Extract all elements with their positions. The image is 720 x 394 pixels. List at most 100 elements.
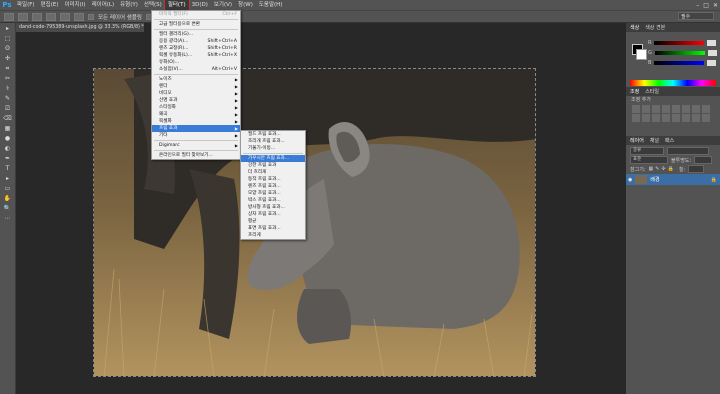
- blur-menu-item[interactable]: 동작 흐림 효과...: [241, 176, 305, 183]
- adjustment-0-icon[interactable]: [632, 105, 640, 113]
- menu-help[interactable]: 도움말(H): [256, 0, 286, 10]
- layer-kind-select[interactable]: 종류: [630, 147, 664, 155]
- minimize-icon[interactable]: –: [696, 2, 699, 9]
- tool-16-icon[interactable]: ▭: [2, 184, 13, 193]
- adjustment-2-icon[interactable]: [652, 105, 660, 113]
- filter-menu-item[interactable]: 선명 효과 ▶: [152, 97, 240, 104]
- blur-menu-item[interactable]: 기울기-이동...: [241, 145, 305, 152]
- blur-menu-item[interactable]: 모양 흐림 효과...: [241, 190, 305, 197]
- filter-menu-item[interactable]: 비디오 ▶: [152, 90, 240, 97]
- filter-menu-item[interactable]: 소실점(V)... Alt+Ctrl+V: [152, 66, 240, 73]
- menu-edit[interactable]: 편집(E): [38, 0, 62, 10]
- tool-9-icon[interactable]: ⌫: [2, 114, 13, 123]
- blur-menu-item[interactable]: 가우시안 흐림 효과...: [241, 155, 305, 162]
- tab-paths[interactable]: 패스: [665, 137, 674, 144]
- blur-menu-item[interactable]: 평균: [241, 218, 305, 225]
- adjustment-4-icon[interactable]: [672, 105, 680, 113]
- tool-10-icon[interactable]: ▦: [2, 124, 13, 133]
- blue-value-field[interactable]: [707, 60, 717, 66]
- menu-layer[interactable]: 레이어(L): [89, 0, 118, 10]
- brush-icon[interactable]: [18, 12, 28, 21]
- filter-menu-item[interactable]: 기타 ▶: [152, 132, 240, 139]
- green-slider[interactable]: [654, 51, 705, 55]
- tool-7-icon[interactable]: ✎: [2, 94, 13, 103]
- menu-filter[interactable]: 필터(T): [163, 0, 190, 11]
- red-value-field[interactable]: [707, 40, 717, 46]
- tool-11-icon[interactable]: ●: [2, 134, 13, 143]
- adjustment-6-icon[interactable]: [692, 105, 700, 113]
- opacity-field[interactable]: [694, 156, 713, 164]
- menu-window[interactable]: 창(W): [235, 0, 256, 10]
- blur-menu-item[interactable]: 흐리게: [241, 232, 305, 239]
- filter-menu-item[interactable]: 노이즈 ▶: [152, 76, 240, 83]
- filter-menu-item[interactable]: 유화(O)...: [152, 59, 240, 66]
- tab-adjustments[interactable]: 조정: [630, 88, 639, 95]
- tool-8-icon[interactable]: ⎚: [2, 104, 13, 113]
- blur-menu-item[interactable]: 방사형 흐림 효과...: [241, 204, 305, 211]
- tool-19-icon[interactable]: ⋯: [2, 214, 13, 223]
- menu-view[interactable]: 보기(V): [211, 0, 235, 10]
- tab-layers[interactable]: 레이어: [630, 137, 644, 144]
- tool-17-icon[interactable]: ✋: [2, 194, 13, 203]
- menu-file[interactable]: 파일(F): [14, 0, 38, 10]
- tool-18-icon[interactable]: 🔍: [2, 204, 13, 213]
- filter-menu-item[interactable]: Digimarc ▶: [152, 142, 240, 149]
- filter-menu-item[interactable]: 렌즈 교정(R)... Shift+Ctrl+R: [152, 45, 240, 52]
- tool-14-icon[interactable]: T: [2, 164, 13, 173]
- filter-menu-item[interactable]: 마지막 필터(F) Ctrl+F: [152, 11, 240, 18]
- tab-styles[interactable]: 스타일: [645, 88, 659, 95]
- adjustment-10-icon[interactable]: [652, 114, 660, 122]
- filter-menu-item[interactable]: 온라인으로 필터 찾아보기...: [152, 152, 240, 159]
- pressure-icon[interactable]: [74, 12, 84, 21]
- red-slider[interactable]: [654, 41, 705, 45]
- visibility-eye-icon[interactable]: ◉: [628, 177, 632, 183]
- filter-menu-item[interactable]: 흐림 효과 ▶: [152, 125, 240, 132]
- adjustment-7-icon[interactable]: [702, 105, 710, 113]
- blur-menu-item[interactable]: 필드 흐림 효과...: [241, 131, 305, 138]
- background-color-swatch[interactable]: [636, 49, 647, 60]
- menu-select[interactable]: 선택(S): [141, 0, 165, 10]
- airbrush-icon[interactable]: [60, 12, 70, 21]
- filter-menu-item[interactable]: 픽셀화 ▶: [152, 118, 240, 125]
- adjustment-3-icon[interactable]: [662, 105, 670, 113]
- tool-13-icon[interactable]: ✒: [2, 154, 13, 163]
- filter-menu-item[interactable]: 왜곡 ▶: [152, 111, 240, 118]
- menu-type[interactable]: 유형(Y): [117, 0, 141, 10]
- tab-swatches[interactable]: 색상 견본: [645, 24, 665, 31]
- document-tab[interactable]: dand-code-795389-unsplash.jpg @ 33.3% (R…: [16, 23, 144, 32]
- tool-3-icon[interactable]: ✣: [2, 54, 13, 63]
- filter-menu-item[interactable]: 픽셀 유동화(L)... Shift+Ctrl+X: [152, 52, 240, 59]
- green-value-field[interactable]: [707, 50, 717, 56]
- menu-image[interactable]: 이미지(I): [61, 0, 88, 10]
- blur-menu-item[interactable]: 표면 흐림 효과...: [241, 225, 305, 232]
- tab-color[interactable]: 색상: [630, 24, 639, 31]
- fill-field[interactable]: [688, 165, 705, 173]
- adjustment-1-icon[interactable]: [642, 105, 650, 113]
- close-icon[interactable]: ✕: [713, 2, 718, 9]
- tool-15-icon[interactable]: ▸: [2, 174, 13, 183]
- brush-size-icon[interactable]: [32, 12, 42, 21]
- tab-channels[interactable]: 채널: [650, 137, 659, 144]
- blur-menu-item[interactable]: 박스 흐림 효과...: [241, 197, 305, 204]
- filter-menu-item[interactable]: 고급 필터용으로 변환: [152, 21, 240, 28]
- layer-filter-icons[interactable]: [667, 147, 709, 155]
- blur-menu-item[interactable]: 더 흐리게: [241, 169, 305, 176]
- maximize-icon[interactable]: □: [703, 2, 709, 9]
- tool-4-icon[interactable]: ⌗: [2, 64, 13, 73]
- tool-0-icon[interactable]: ▸: [2, 24, 13, 33]
- adjustment-12-icon[interactable]: [672, 114, 680, 122]
- layer-row-background[interactable]: ◉ 배경 🔒: [626, 174, 720, 185]
- blend-mode-select[interactable]: 표준: [630, 156, 668, 164]
- sample-checkbox[interactable]: [88, 13, 94, 20]
- blue-slider[interactable]: [654, 61, 705, 65]
- adjustment-13-icon[interactable]: [682, 114, 690, 122]
- mode-icon[interactable]: [46, 12, 56, 21]
- adjustment-14-icon[interactable]: [692, 114, 700, 122]
- blur-menu-item[interactable]: 강한 흐림 효과: [241, 162, 305, 169]
- adjustment-11-icon[interactable]: [662, 114, 670, 122]
- tool-preset-icon[interactable]: [4, 12, 14, 21]
- filter-menu-item[interactable]: 렌더 ▶: [152, 83, 240, 90]
- blur-menu-item[interactable]: 상자 흐림 효과...: [241, 211, 305, 218]
- tool-2-icon[interactable]: ʘ: [2, 44, 13, 53]
- tool-12-icon[interactable]: ◐: [2, 144, 13, 153]
